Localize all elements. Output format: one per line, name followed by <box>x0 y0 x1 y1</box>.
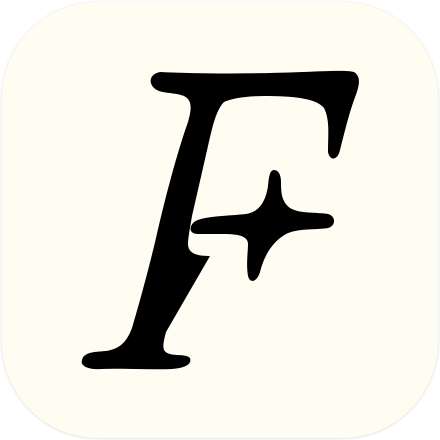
f-crossbar-sparkle <box>190 170 334 281</box>
app-icon-tile[interactable] <box>2 2 438 438</box>
icon-canvas <box>0 0 440 440</box>
serif-italic-f-icon <box>81 70 359 370</box>
